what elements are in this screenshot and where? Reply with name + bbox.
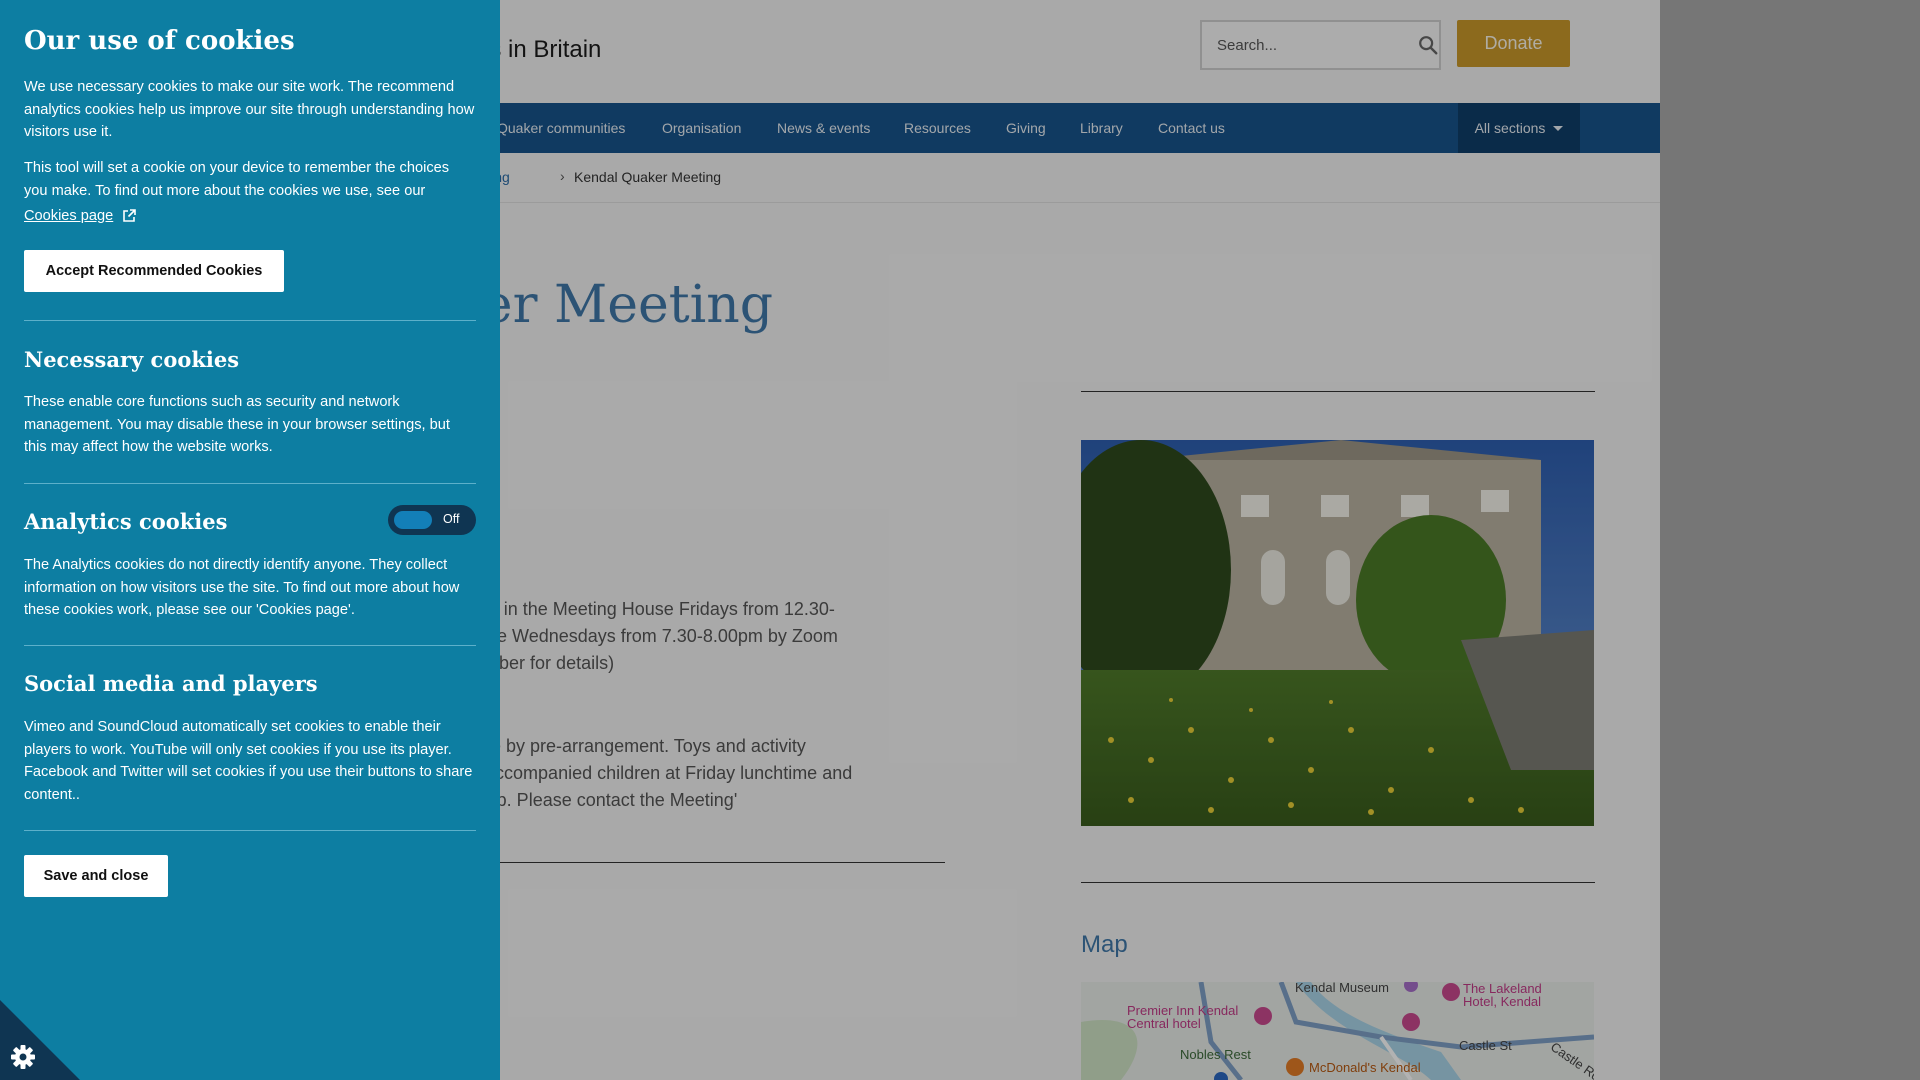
cookie-consent-panel: Our use of cookies We use necessary cook… (0, 0, 500, 1080)
cookies-page-link-label: Cookies page (24, 208, 114, 224)
necessary-cookies-text: These enable core functions such as secu… (24, 394, 450, 455)
all-sections-button[interactable]: All sections (1458, 103, 1580, 153)
nav-item-organisation[interactable]: Organisation (662, 103, 741, 153)
nav-item-resources[interactable]: Resources (904, 103, 971, 153)
analytics-cookies-title: Analytics cookies (24, 509, 228, 534)
social-media-title: Social media and players (24, 671, 318, 696)
cookie-settings-button[interactable] (0, 1000, 80, 1080)
toggle-state-label: Off (443, 512, 460, 526)
necessary-cookies-title: Necessary cookies (24, 347, 240, 372)
toggle-knob (394, 511, 432, 529)
cookie-divider (24, 320, 476, 321)
cookie-panel-title: Our use of cookies (24, 26, 295, 56)
location-map[interactable]: Kendal Museum Premier Inn Kendal Central… (1081, 982, 1594, 1080)
donate-button[interactable]: Donate (1457, 20, 1570, 67)
map-heading: Map (1081, 931, 1128, 958)
nav-item-contact-us[interactable]: Contact us (1158, 103, 1225, 153)
nav-item-library[interactable]: Library (1080, 103, 1123, 153)
analytics-cookies-text: The Analytics cookies do not directly id… (24, 557, 460, 618)
sidebar-divider-bottom (1081, 882, 1595, 883)
cookie-divider (24, 483, 476, 484)
sidebar-divider-top (1081, 391, 1595, 392)
analytics-toggle[interactable]: Off (388, 505, 476, 535)
cookie-divider (24, 830, 476, 831)
search-input[interactable] (1202, 22, 1416, 68)
nav-item-giving[interactable]: Giving (1006, 103, 1046, 153)
external-link-icon (123, 209, 137, 222)
map-label-castle-st: Castle St (1459, 1038, 1512, 1053)
nav-item-quaker-communities[interactable]: Quaker communities (497, 103, 625, 153)
children-text: welcome by pre-arrangement. Toys and act… (430, 736, 853, 810)
search-box (1200, 20, 1441, 70)
cookies-page-link[interactable]: Cookies page (24, 208, 137, 224)
save-and-close-button[interactable]: Save and close (24, 855, 168, 897)
map-label-mcdonalds: McDonald's Kendal (1309, 1060, 1421, 1075)
search-button[interactable] (1416, 22, 1439, 68)
chevron-down-icon (1553, 125, 1564, 131)
map-label-nobles: Nobles Rest (1180, 1047, 1251, 1062)
breadcrumb-separator: › (560, 168, 565, 184)
all-sections-label: All sections (1474, 120, 1546, 136)
content-divider (430, 862, 945, 863)
page-background (1660, 0, 1920, 1080)
map-label-lakeland: The Lakeland Hotel, Kendal (1463, 982, 1542, 1009)
search-icon (1418, 36, 1437, 55)
meeting-times-text: 11.30am in the Meeting House Fridays fro… (430, 599, 838, 673)
breadcrumb-current: Kendal Quaker Meeting (574, 169, 722, 185)
social-media-text: Vimeo and SoundCloud automatically set c… (24, 719, 473, 803)
map-label-hotel: Premier Inn Kendal Central hotel (1127, 1003, 1239, 1031)
nav-item-news-events[interactable]: News & events (777, 103, 870, 153)
gear-icon (11, 1045, 35, 1069)
map-label-museum: Kendal Museum (1295, 982, 1389, 995)
cookie-tool-text: This tool will set a cookie on your devi… (24, 160, 450, 199)
accept-recommended-button[interactable]: Accept Recommended Cookies (24, 250, 284, 292)
cookie-divider (24, 645, 476, 646)
cookie-intro-text: We use necessary cookies to make our sit… (24, 79, 475, 140)
meeting-house-photo (1081, 440, 1594, 826)
